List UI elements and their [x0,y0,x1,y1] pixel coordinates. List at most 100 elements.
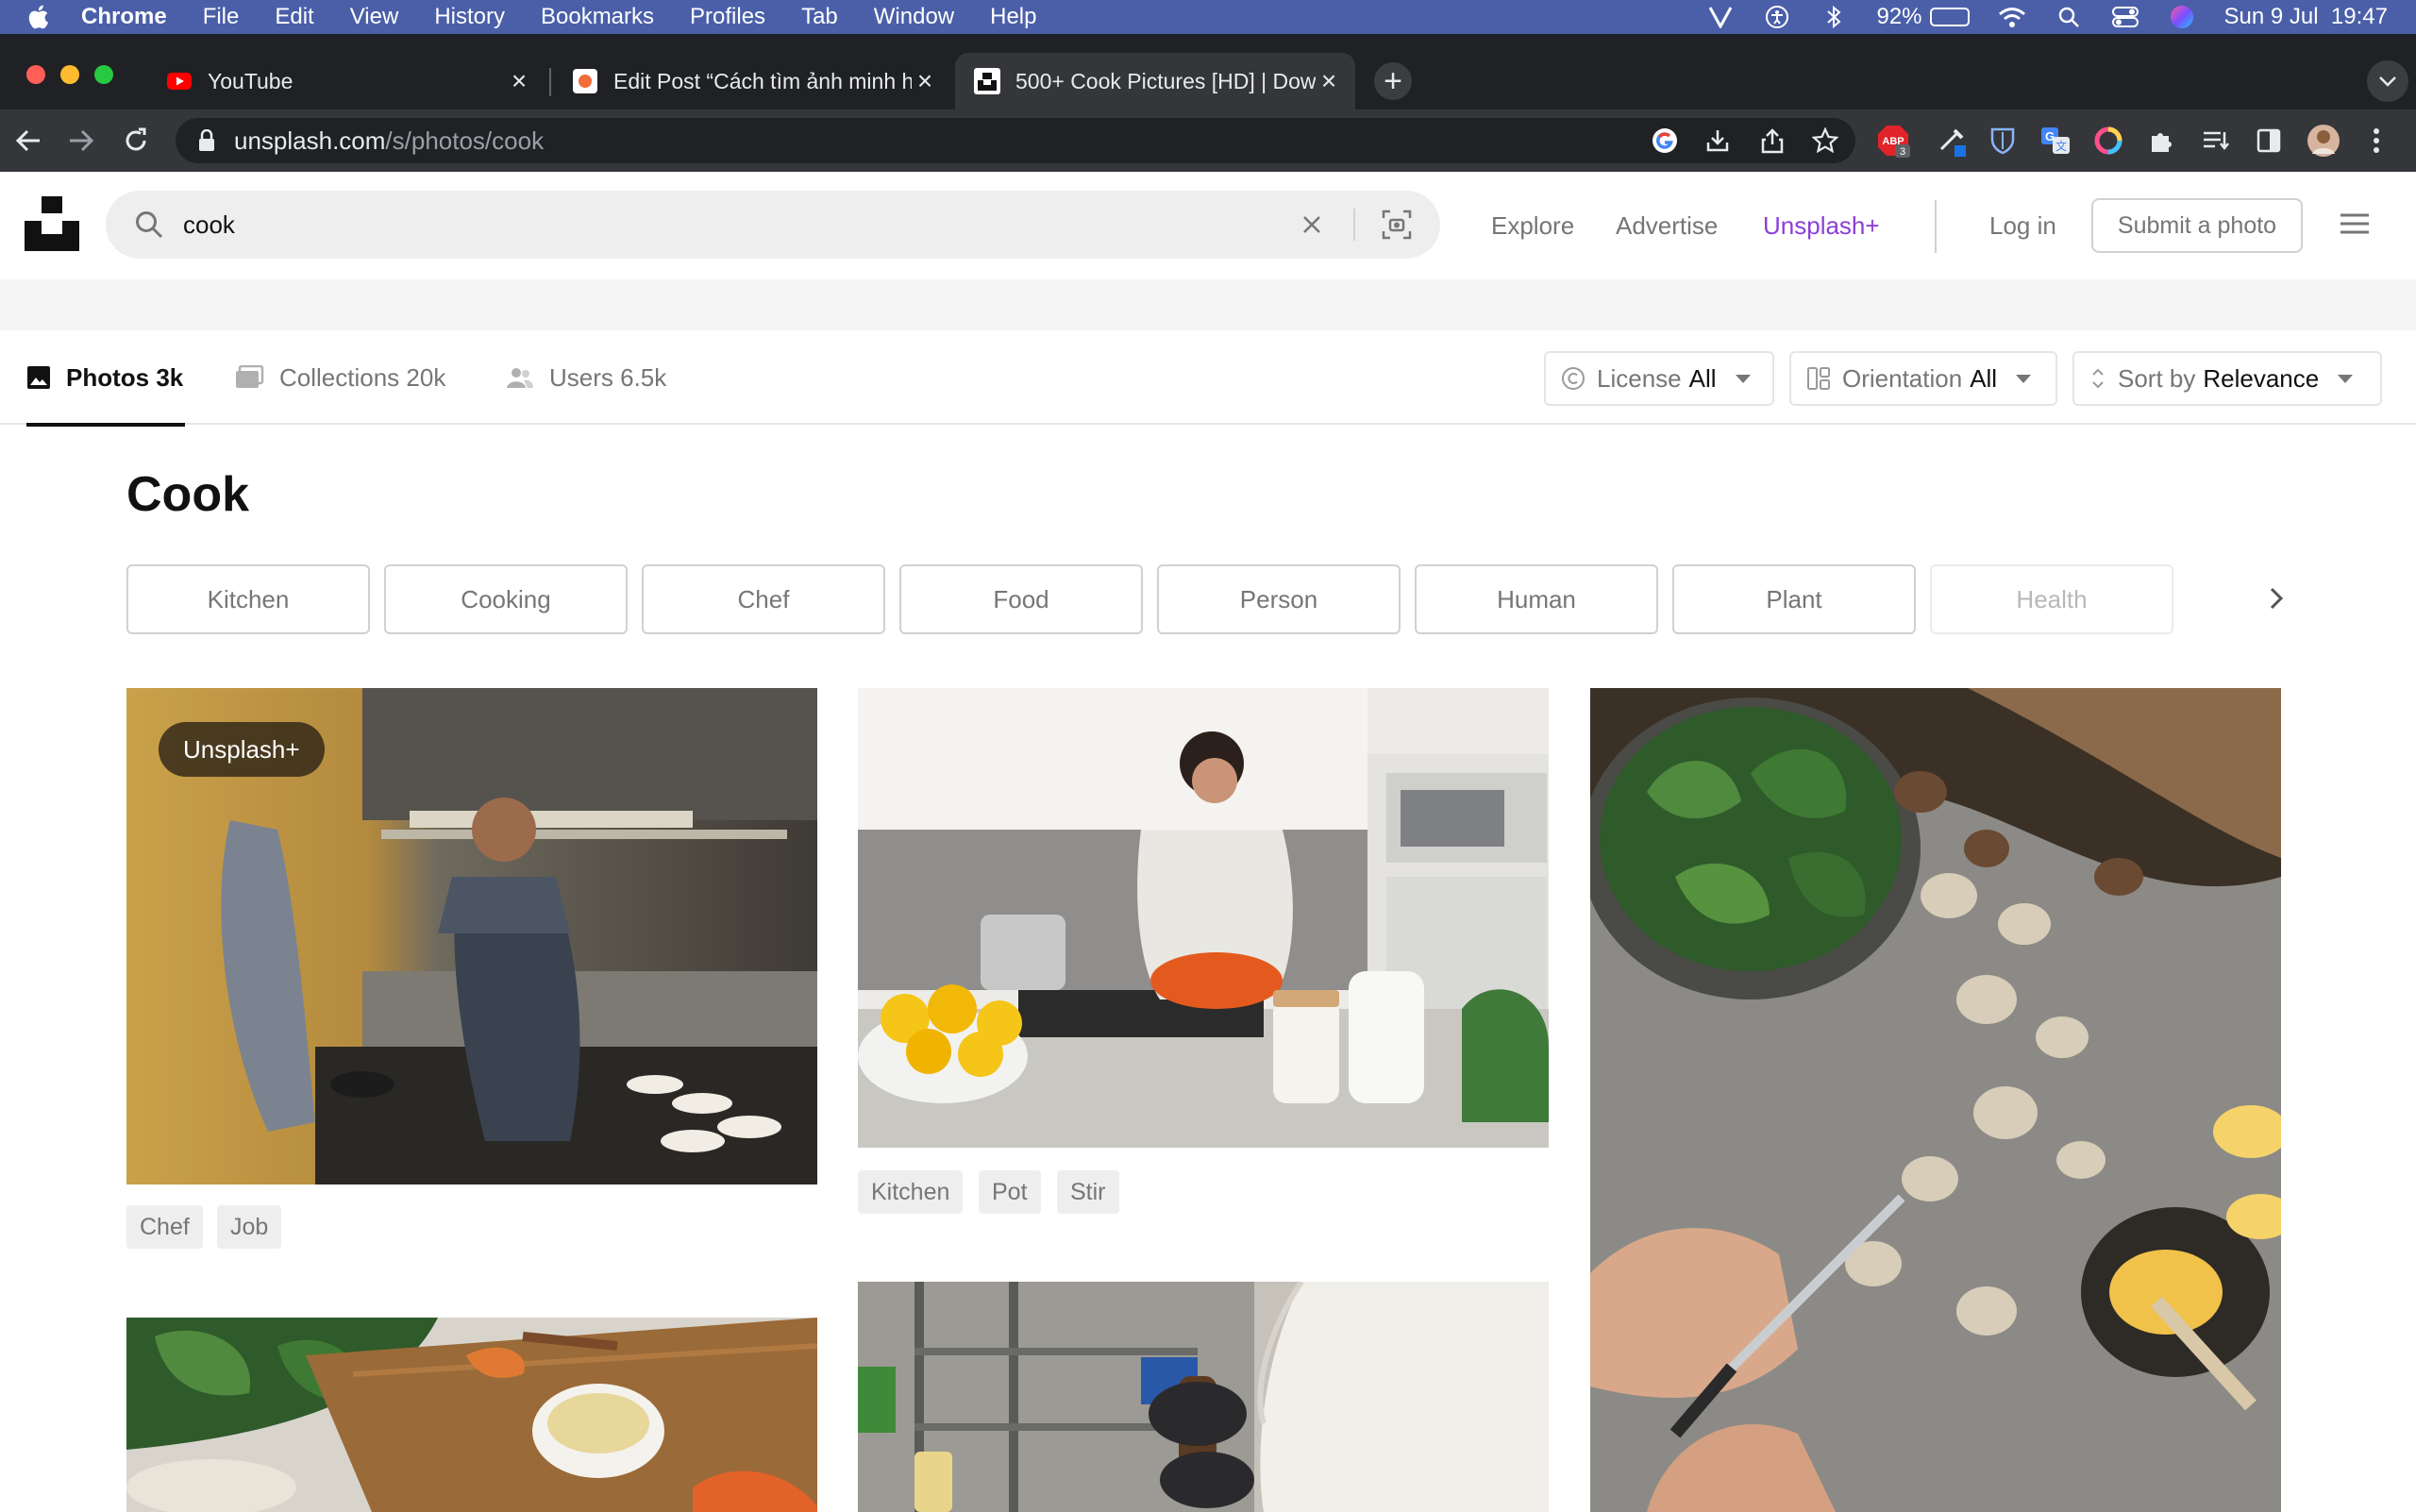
tab-title: YouTube [208,68,294,93]
window-close-button[interactable] [26,65,45,84]
tab-unsplash-cook[interactable]: 500+ Cook Pictures [HD] | Dow × [955,53,1355,109]
back-button[interactable] [11,124,45,158]
photo-cutting-mushrooms[interactable] [1590,688,2281,1512]
menu-view[interactable]: View [350,4,399,30]
unsplash-logo-icon[interactable] [25,196,79,251]
photo-chef-seasoning-image [858,1282,1549,1512]
clear-search-icon[interactable] [1293,206,1331,244]
unsplash-favicon-icon [974,68,1000,94]
macos-menu-bar: Chrome File Edit View History Bookmarks … [0,0,2416,34]
license-label: License [1597,363,1682,393]
forward-button[interactable] [64,124,98,158]
nav-advertise-link[interactable]: Advertise [1616,211,1718,241]
hamburger-menu-icon[interactable] [2339,210,2371,238]
photo-woman-stirring-pot[interactable] [858,688,1549,1148]
install-app-icon[interactable] [1701,124,1735,158]
tab-users[interactable]: Users 6.5k [506,330,666,425]
address-bar[interactable]: unsplash.com/s/photos/cook [176,118,1855,163]
lock-icon[interactable] [198,129,215,152]
tab-separator [549,68,551,96]
bluetooth-icon[interactable] [1820,3,1848,31]
accessibility-icon[interactable] [1763,3,1791,31]
battery-icon [1929,8,1970,26]
google-icon[interactable] [1648,124,1682,158]
nav-explore-link[interactable]: Explore [1491,211,1574,241]
related-search-person[interactable]: Person [1157,564,1401,634]
related-search-chef[interactable]: Chef [642,564,885,634]
spotlight-search-icon[interactable] [2055,3,2083,31]
color-picker-extension-icon[interactable] [2091,124,2125,158]
chevron-right-icon[interactable] [2256,578,2297,619]
reading-list-icon[interactable] [2199,124,2233,158]
orientation-dropdown[interactable]: Orientation All [1789,351,2057,406]
tab-close-icon[interactable]: × [506,66,532,95]
tab-close-icon[interactable]: × [912,66,938,95]
search-icon[interactable] [134,210,164,240]
reload-button[interactable] [119,124,153,158]
new-tab-button[interactable]: + [1374,62,1412,100]
related-search-health[interactable]: Health [1930,564,2173,634]
search-input[interactable]: cook [183,210,1293,240]
bitwarden-shield-icon[interactable] [1986,124,2020,158]
menu-edit[interactable]: Edit [275,4,313,30]
menu-bookmarks[interactable]: Bookmarks [541,4,654,30]
tab-photos[interactable]: Photos 3k [26,330,186,427]
submit-photo-button[interactable]: Submit a photo [2091,198,2303,253]
menubar-clock[interactable]: Sun 9 Jul 19:47 [2224,4,2388,30]
browser-toolbar: unsplash.com/s/photos/cook ABP 3 G文 [0,109,2416,172]
wifi-icon[interactable] [1998,3,2026,31]
side-panel-icon[interactable] [2252,124,2286,158]
tab-youtube[interactable]: YouTube × [147,53,545,109]
tab-collections[interactable]: Collections 20k [234,330,445,425]
apple-logo-icon[interactable] [26,4,49,30]
related-search-plant[interactable]: Plant [1672,564,1916,634]
control-center-icon[interactable] [2111,3,2139,31]
share-icon[interactable] [1755,124,1789,158]
menu-help[interactable]: Help [990,4,1036,30]
siri-icon[interactable] [2168,3,2196,31]
visual-search-icon[interactable] [1378,206,1416,244]
photo-tag-chef[interactable]: Chef [126,1205,203,1249]
eyedropper-extension-icon[interactable] [1935,124,1969,158]
sort-value: Relevance [2203,363,2320,393]
menu-profiles[interactable]: Profiles [690,4,765,30]
browser-tab-strip: YouTube × Edit Post “Cách tìm ảnh minh h… [0,34,2416,109]
extensions-puzzle-icon[interactable] [2144,124,2178,158]
photo-tag-stir[interactable]: Stir [1057,1170,1119,1214]
related-search-food[interactable]: Food [899,564,1143,634]
window-zoom-button[interactable] [94,65,113,84]
vectornator-icon[interactable] [1706,3,1735,31]
nav-unsplash-plus-link[interactable]: Unsplash+ [1763,211,1880,241]
tab-edit-post[interactable]: Edit Post “Cách tìm ảnh minh h × [553,53,951,109]
sort-dropdown[interactable]: Sort by Relevance [2072,351,2382,406]
profile-avatar-icon[interactable] [2307,124,2340,158]
related-search-kitchen[interactable]: Kitchen [126,564,370,634]
tab-search-button[interactable] [2367,60,2408,102]
menu-file[interactable]: File [203,4,240,30]
photo-cutting-board-ingredients[interactable] [126,1318,817,1512]
related-search-human[interactable]: Human [1415,564,1658,634]
tab-close-icon[interactable]: × [1316,66,1342,95]
photo-chef-kitchen[interactable]: Unsplash+ [126,688,817,1184]
menu-app-name[interactable]: Chrome [81,4,167,30]
chrome-menu-icon[interactable] [2359,124,2393,158]
license-dropdown[interactable]: License All [1544,351,1774,406]
chevron-down-icon [2016,374,2032,383]
photo-cutting-mushrooms-image [1590,688,2281,1512]
photo-tag-kitchen[interactable]: Kitchen [858,1170,964,1214]
adblock-extension-icon[interactable]: ABP 3 [1876,124,1910,158]
photo-tag-job[interactable]: Job [217,1205,282,1249]
related-search-cooking[interactable]: Cooking [384,564,628,634]
window-minimize-button[interactable] [60,65,79,84]
sort-label: Sort by [2118,363,2196,393]
battery-status[interactable]: 92% [1876,4,1970,30]
menu-tab[interactable]: Tab [801,4,838,30]
login-link[interactable]: Log in [1989,211,2056,241]
search-bar[interactable]: cook [106,191,1440,259]
translate-extension-icon[interactable]: G文 [2038,124,2072,158]
photo-tag-pot[interactable]: Pot [979,1170,1041,1214]
menu-window[interactable]: Window [874,4,954,30]
menu-history[interactable]: History [434,4,505,30]
bookmark-star-icon[interactable] [1808,124,1842,158]
photo-chef-seasoning[interactable] [858,1282,1549,1512]
